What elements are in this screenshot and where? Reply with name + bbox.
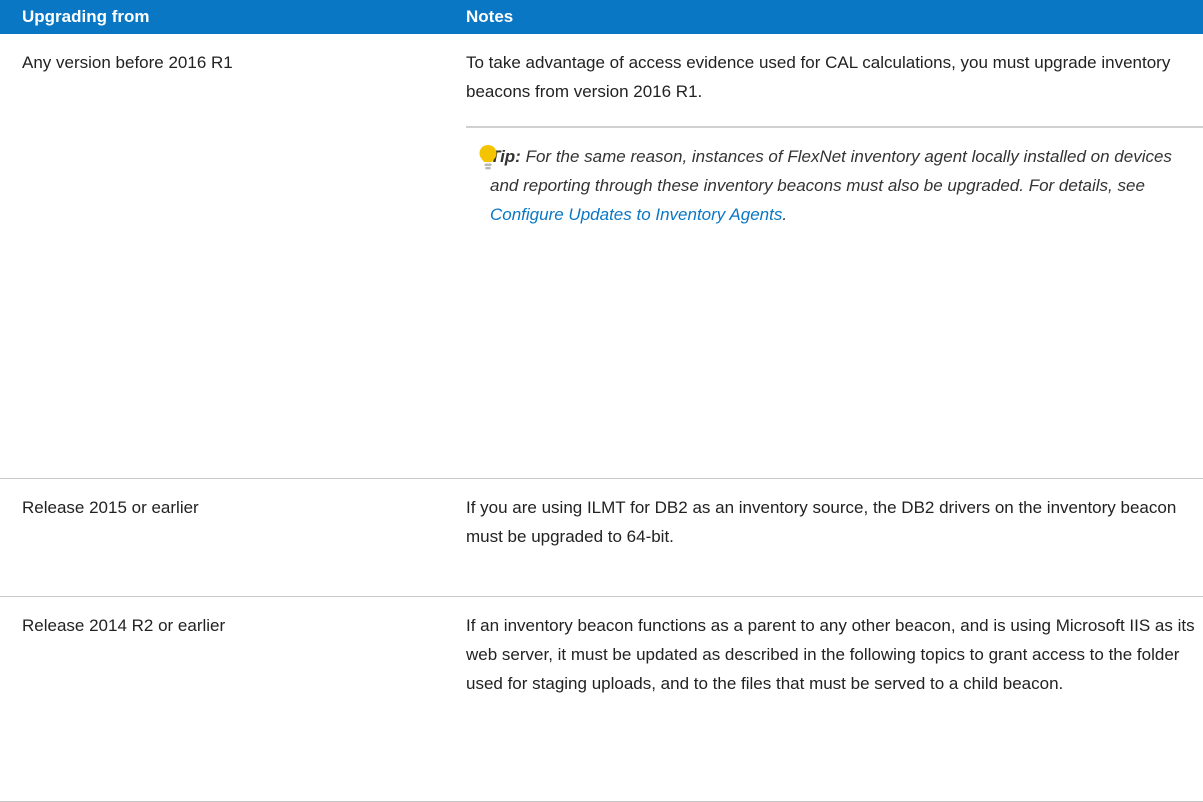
notes-cell: If an inventory beacon functions as a pa… <box>454 596 1203 802</box>
lightbulb-icon <box>479 145 497 170</box>
configure-updates-link[interactable]: Configure Updates to Inventory Agents <box>490 205 782 224</box>
note-text: To take advantage of access evidence use… <box>466 53 1171 101</box>
tip-suffix: . <box>782 205 788 224</box>
notes-cell: If you are using ILMT for DB2 as an inve… <box>454 478 1203 597</box>
upgrade-notes-table: Upgrading from Notes Any version before … <box>0 0 1203 802</box>
upgrading-from-cell: Release 2015 or earlier <box>0 478 454 597</box>
table-row: Any version before 2016 R1 To take advan… <box>0 34 1203 479</box>
tip-text: For the same reason, instances of FlexNe… <box>490 147 1172 195</box>
upgrading-from-cell: Any version before 2016 R1 <box>0 34 454 479</box>
header-notes: Notes <box>454 0 1203 34</box>
table-header-row: Upgrading from Notes <box>0 0 1203 34</box>
upgrading-from-cell: Release 2014 R2 or earlier <box>0 596 454 802</box>
header-upgrading-from: Upgrading from <box>0 0 454 34</box>
notes-cell: To take advantage of access evidence use… <box>454 34 1203 479</box>
table-row: Release 2015 or earlier If you are using… <box>0 478 1203 597</box>
table-row: Release 2014 R2 or earlier If an invento… <box>0 596 1203 802</box>
tip-callout: Tip: For the same reason, instances of F… <box>466 126 1203 229</box>
